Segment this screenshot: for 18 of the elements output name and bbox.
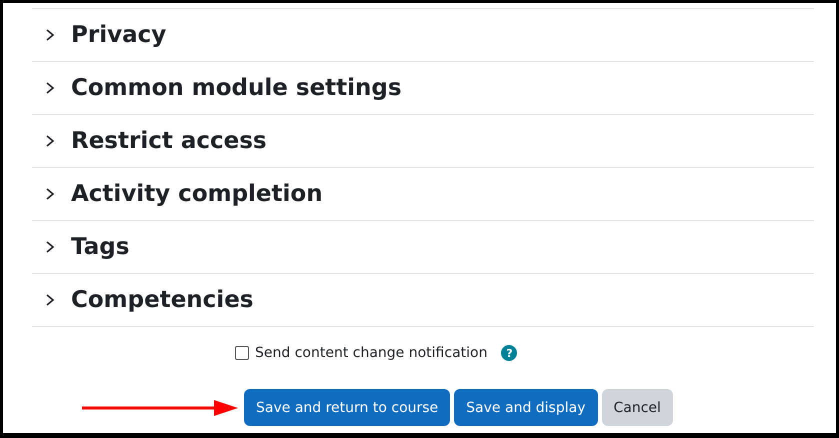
section-header[interactable]: Common module settings — [32, 61, 814, 114]
section-header[interactable]: Privacy — [32, 8, 814, 61]
save-button[interactable]: Save and display — [454, 389, 598, 426]
checkbox-label: Send content change notification — [255, 345, 488, 361]
section-title: Competencies — [71, 287, 254, 313]
section-title: Common module settings — [71, 75, 402, 101]
section-header[interactable]: Activity completion — [32, 167, 814, 220]
section-header[interactable]: Restrict access — [32, 114, 814, 167]
section-title: Restrict access — [71, 128, 267, 154]
section-title: Privacy — [71, 22, 166, 48]
save-button[interactable]: Save and return to course — [244, 389, 450, 426]
section-title: Tags — [71, 234, 130, 260]
section-header[interactable]: Competencies — [32, 273, 814, 326]
section-title: Activity completion — [71, 181, 323, 207]
help-icon[interactable]: ? — [501, 345, 518, 361]
section-header[interactable]: Tags — [32, 220, 814, 273]
notification-checkbox[interactable] — [235, 346, 249, 360]
cancel-button[interactable]: Cancel — [602, 389, 673, 426]
